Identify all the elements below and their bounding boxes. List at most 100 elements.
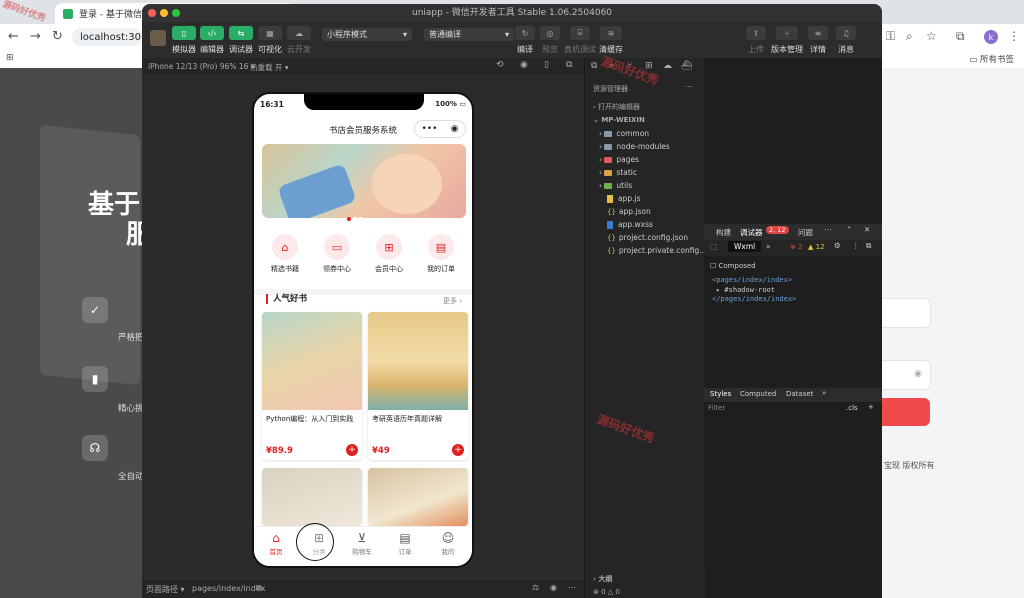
composed-checkbox[interactable]: ☐ Composed [710, 262, 756, 270]
all-bookmarks[interactable]: ▭ 所有书签 [969, 53, 1014, 65]
more-tabs-icon[interactable]: » [766, 242, 771, 251]
eye-icon[interactable]: ◉ [914, 369, 922, 379]
tab-orders[interactable]: ▤ 订单 [385, 531, 425, 556]
tab-dataset[interactable]: Dataset [786, 390, 813, 398]
book-card[interactable]: Python编程：从入门到实践 ¥89.9 + [262, 312, 362, 460]
more-link[interactable]: 更多 › [443, 296, 462, 306]
add-to-cart-button[interactable]: + [452, 444, 464, 456]
filter-input[interactable]: Filter [708, 404, 725, 412]
book-card[interactable] [368, 468, 468, 526]
record-icon[interactable]: ◉ [520, 60, 528, 70]
tree-folder-static[interactable]: › static [599, 168, 637, 177]
menu-my-orders[interactable]: ▤ 我的订单 [416, 234, 466, 274]
tab-computed[interactable]: Computed [740, 390, 776, 398]
wxml-shadow-root[interactable]: ▸ #shadow-root [716, 286, 775, 294]
version-button[interactable]: ⑂ [776, 26, 798, 40]
device-select[interactable]: iPhone 12/13 (Pro) 96% 16 ▾ [148, 62, 255, 71]
more-dots-icon[interactable]: ⋯ [824, 225, 832, 234]
editor-button[interactable]: ‹/› [200, 26, 224, 40]
docker-icon[interactable]: ⛴ [681, 61, 692, 71]
eye-icon[interactable]: ◉ [550, 583, 557, 592]
messages-button[interactable]: ♫ [836, 26, 856, 40]
menu-featured-books[interactable]: ⌂ 精选书籍 [260, 234, 310, 274]
more-dots-icon[interactable]: ••• [422, 124, 438, 134]
back-icon[interactable]: ← [8, 29, 19, 44]
carousel-dot[interactable] [353, 217, 357, 221]
tab-profile[interactable]: ☺ 我的 [428, 531, 468, 556]
tree-folder-common[interactable]: › common [599, 129, 649, 138]
visualize-button[interactable]: ▦ [258, 26, 282, 40]
address-bar[interactable]: localhost:30 [72, 28, 142, 46]
simulator-button[interactable]: ▯ [172, 26, 196, 40]
book-card[interactable]: 考研英语历年真题详解 ¥49 + [368, 312, 468, 460]
tree-folder-pages[interactable]: › pages [599, 155, 639, 164]
book-card[interactable] [262, 468, 362, 526]
details-button[interactable]: ≡ [808, 26, 828, 40]
popout-icon[interactable]: ⧉ [566, 60, 572, 70]
dock-icon[interactable]: ⧉ [866, 241, 871, 251]
clear-cache-button[interactable]: ≋ [600, 26, 622, 40]
tab-problems[interactable]: 问题 [798, 227, 813, 238]
key-icon[interactable]: ⚿ [886, 29, 895, 44]
tab-styles[interactable]: Styles [710, 390, 731, 398]
cls-toggle[interactable]: .cls [846, 404, 858, 412]
apps-grid-icon[interactable]: ⊞ [6, 53, 14, 63]
real-debug-button[interactable]: ⌸ [570, 26, 590, 40]
warning-indicator[interactable]: ▲ 12 [808, 243, 825, 251]
carousel-dot[interactable] [347, 217, 351, 221]
menu-coupon-center[interactable]: ▭ 领券中心 [312, 234, 362, 274]
more-tabs-icon[interactable]: » [822, 389, 826, 397]
gear-icon[interactable]: ⚙ [834, 241, 841, 250]
tab-debugger[interactable]: 调试器 [740, 227, 763, 238]
forward-icon[interactable]: → [30, 29, 41, 44]
error-indicator[interactable]: ⊗ 2 [790, 243, 803, 251]
wxml-node-open[interactable]: <pages/index/index> [712, 276, 792, 284]
minimize-window-button[interactable] [160, 9, 168, 17]
extensions-icon[interactable]: ⧉ [956, 29, 965, 44]
scene-icon[interactable]: ⚖ [532, 583, 539, 592]
cloud-button[interactable]: ☁ [287, 26, 311, 40]
files-icon[interactable]: ⧉ [591, 61, 597, 71]
page-path-label[interactable]: 页面路径 ▾ [146, 584, 185, 595]
close-window-button[interactable] [148, 9, 156, 17]
more-dots-icon[interactable]: ⋯ [568, 583, 576, 592]
close-circle-icon[interactable]: ◉ [451, 124, 459, 134]
tree-folder-node-modules[interactable]: › node-modules [599, 142, 670, 151]
compile-button[interactable]: ↻ [515, 26, 535, 40]
close-icon[interactable]: ✕ [864, 225, 870, 234]
open-editors-section[interactable]: › 打开的编辑器 [593, 102, 640, 112]
zoom-icon[interactable]: ⌕ [906, 29, 913, 44]
hot-reload-toggle[interactable]: 热重载 开 ▾ [250, 62, 289, 73]
star-icon[interactable]: ☆ [926, 29, 937, 43]
cloud-icon[interactable]: ☁ [663, 61, 672, 71]
profile-avatar[interactable]: k [984, 30, 998, 44]
copy-icon[interactable]: ⧉ [256, 583, 262, 593]
phone-frame-icon[interactable]: ▯ [544, 60, 549, 70]
tab-cart[interactable]: ⊻ 购物车 [342, 531, 382, 556]
tab-build[interactable]: 构建 [716, 227, 731, 238]
add-to-cart-button[interactable]: + [346, 444, 358, 456]
password-input[interactable]: ◉ [882, 360, 931, 390]
maximize-window-button[interactable] [172, 9, 180, 17]
add-rule-icon[interactable]: + [868, 403, 874, 411]
compile-mode-select[interactable]: 普通编译 ▾ [424, 28, 514, 41]
reload-icon[interactable]: ↻ [52, 29, 63, 44]
tree-file-app-wxss[interactable]: app.wxss [607, 220, 653, 229]
kebab-icon[interactable]: ⋮ [852, 241, 860, 250]
preview-button[interactable]: ◎ [540, 26, 560, 40]
menu-member-center[interactable]: ⊞ 会员中心 [364, 234, 414, 274]
wxml-node-close[interactable]: </pages/index/index> [712, 295, 796, 303]
tree-file-app-js[interactable]: app.js [607, 194, 641, 203]
tree-folder-utils[interactable]: › utils [599, 181, 632, 190]
login-button[interactable] [882, 398, 930, 426]
mode-select[interactable]: 小程序模式 ▾ [322, 28, 412, 41]
inspect-icon[interactable]: ⬚ [710, 242, 717, 251]
problems-summary[interactable]: ⊗ 0 △ 0 [593, 588, 620, 596]
more-dots-icon[interactable]: ⋯ [685, 82, 693, 91]
chevron-up-icon[interactable]: ⌃ [846, 225, 852, 234]
username-input[interactable] [882, 298, 931, 328]
tab-wxml[interactable]: Wxml [728, 241, 762, 252]
carousel-dot[interactable] [359, 217, 363, 221]
tree-file-project-private-config[interactable]: {} project.private.config... [607, 246, 706, 255]
rotate-icon[interactable]: ⟲ [496, 60, 504, 70]
